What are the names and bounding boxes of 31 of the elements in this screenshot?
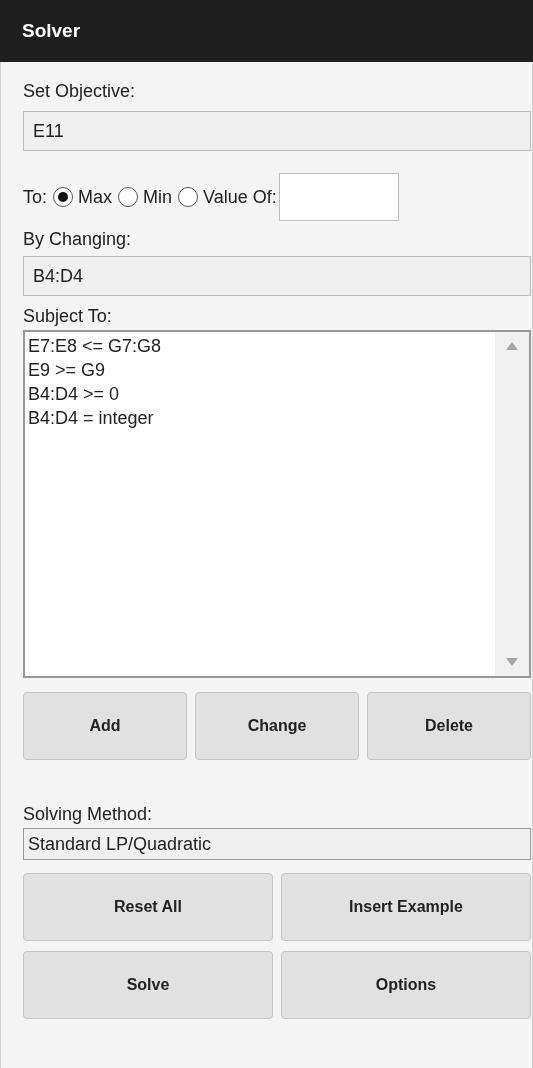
radio-button[interactable] — [118, 187, 139, 207]
action-button[interactable]: Solve — [23, 951, 273, 1019]
panel-title: Solver — [22, 18, 81, 43]
action-button[interactable]: Options — [281, 951, 531, 1019]
constraint-item[interactable]: B4:D4 = integer — [28, 406, 492, 430]
value-field[interactable] — [278, 173, 399, 221]
action-button[interactable]: Reset All — [23, 873, 273, 941]
action-button[interactable]: Insert Example — [281, 873, 531, 941]
action-button[interactable]: Delete — [367, 692, 531, 760]
field-label: Subject To: — [23, 305, 113, 328]
radio-button[interactable] — [53, 187, 73, 207]
radio-button[interactable] — [178, 187, 199, 207]
action-button[interactable]: Change — [195, 692, 359, 760]
radio-label: Max — [78, 185, 113, 209]
constraint-item[interactable]: E7:E8 <= G7:G8 — [28, 334, 492, 358]
constraint-item[interactable]: B4:D4 >= 0 — [28, 382, 492, 406]
constraint-item[interactable]: E9 >= G9 — [28, 358, 492, 382]
scroll-down-icon[interactable] — [506, 658, 518, 666]
method-select[interactable]: Standard LP/Quadratic — [23, 828, 531, 860]
radio-label: Min — [143, 185, 173, 209]
changing-field[interactable]: B4:D4 — [23, 256, 531, 296]
constraint-list[interactable]: E7:E8 <= G7:G8 E9 >= G9 B4:D4 >= 0 B4:D4 = integer — [23, 330, 531, 678]
scrollbar[interactable] — [495, 332, 529, 676]
field-label: Solving Method: — [23, 803, 154, 826]
field-label: Set Objective: — [23, 80, 137, 103]
field-label: To: — [23, 185, 47, 209]
field-label: By Changing: — [23, 228, 133, 251]
radio-label: Value Of: — [203, 185, 277, 209]
objective-field[interactable]: E11 — [23, 111, 531, 151]
scroll-up-icon[interactable] — [506, 342, 518, 350]
action-button[interactable]: Add — [23, 692, 187, 760]
